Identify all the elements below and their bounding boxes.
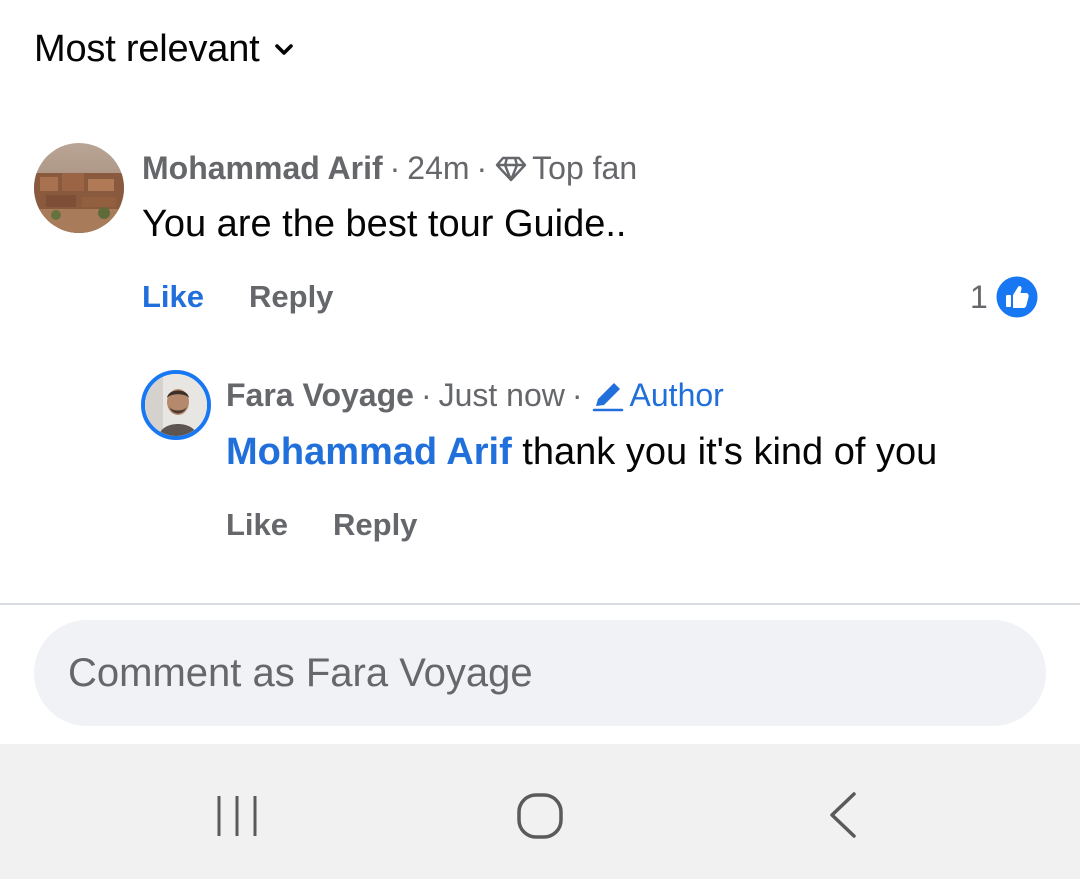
reply-text: Mohammad Arif thank you it's kind of you — [226, 431, 937, 474]
divider — [0, 603, 1080, 605]
comment-meta: Mohammad Arif · 24m · Top fan — [142, 150, 638, 187]
author-badge: Author — [590, 377, 724, 414]
comment-like-button[interactable]: Like — [142, 279, 204, 315]
reply-meta: Fara Voyage · Just now · Author — [226, 377, 724, 414]
comment-reply-button[interactable]: Reply — [249, 279, 333, 315]
diamond-icon — [495, 156, 527, 181]
reaction-count: 1 — [970, 278, 988, 315]
avatar-fara-voyage[interactable] — [141, 370, 211, 440]
reply-message: thank you it's kind of you — [522, 431, 938, 473]
reply-like-button[interactable]: Like — [226, 507, 288, 543]
comment-input[interactable]: Comment as Fara Voyage — [34, 620, 1046, 726]
top-fan-badge: Top fan — [494, 150, 637, 187]
system-navbar — [0, 744, 1080, 879]
reaction-summary[interactable]: 1 — [970, 274, 1040, 320]
author-label: Author — [629, 377, 724, 413]
comment-time[interactable]: 24m — [407, 150, 469, 187]
comment-author[interactable]: Mohammad Arif — [142, 150, 383, 187]
thumbs-up-icon — [994, 274, 1040, 320]
home-icon[interactable] — [516, 792, 564, 840]
reply-reply-button[interactable]: Reply — [333, 507, 417, 543]
comment-text: You are the best tour Guide.. — [142, 203, 627, 245]
sort-dropdown[interactable]: Most relevant — [34, 28, 294, 71]
sort-label: Most relevant — [34, 28, 260, 70]
reply-author[interactable]: Fara Voyage — [226, 377, 414, 414]
recent-apps-icon[interactable] — [213, 794, 261, 838]
avatar-mohammad-arif[interactable] — [34, 143, 124, 233]
reply-time[interactable]: Just now — [439, 377, 565, 414]
mention-link[interactable]: Mohammad Arif — [226, 431, 512, 473]
comment-input-placeholder: Comment as Fara Voyage — [68, 650, 533, 695]
back-icon[interactable] — [822, 790, 862, 840]
top-fan-label: Top fan — [532, 150, 638, 186]
chevron-down-icon — [274, 43, 293, 55]
pencil-icon — [592, 382, 623, 411]
